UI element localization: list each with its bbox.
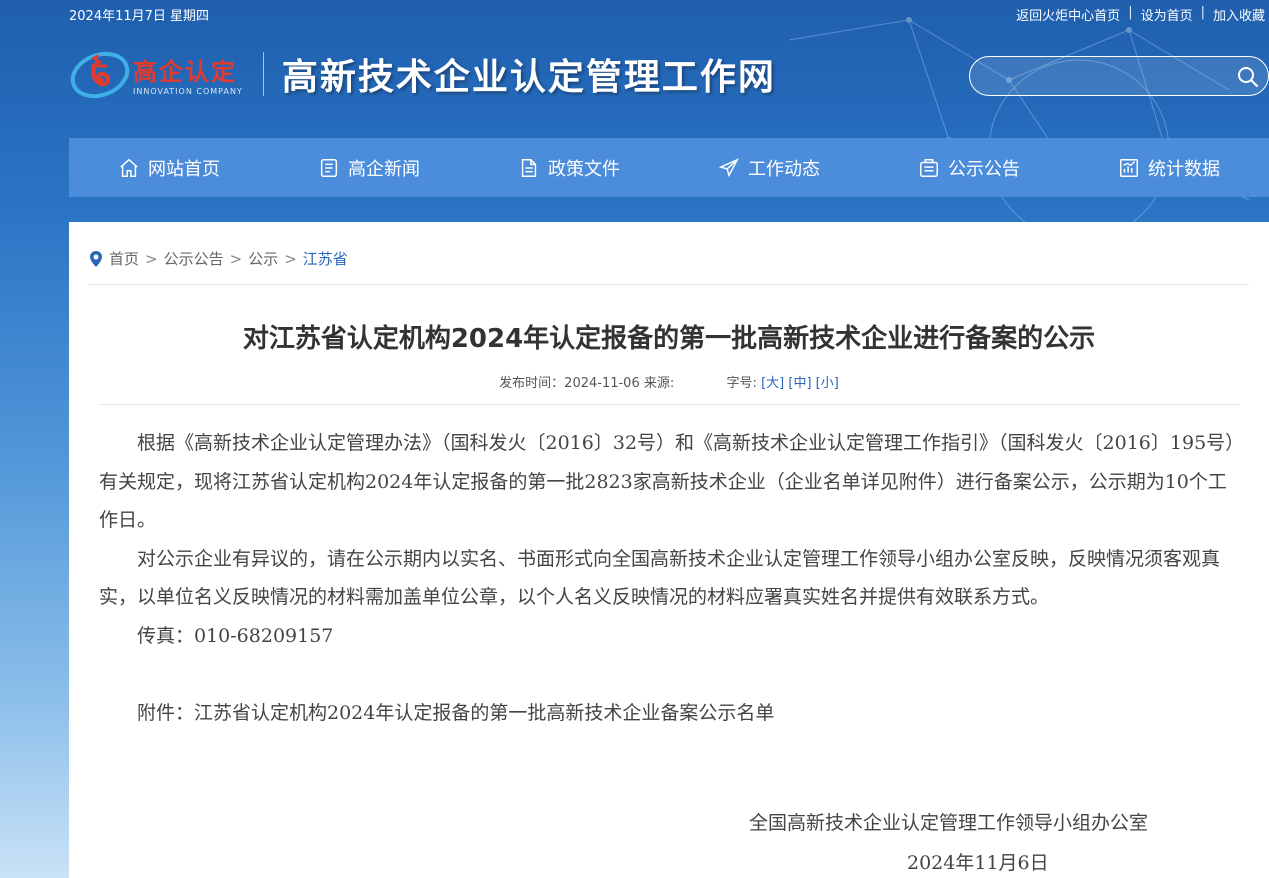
current-date: 2024年11月7日 星期四 xyxy=(69,9,210,24)
breadcrumb-separator: > xyxy=(145,249,158,268)
font-size-medium[interactable]: [中] xyxy=(788,376,811,391)
search-box xyxy=(969,56,1269,96)
article-paragraph: 对公示企业有异议的，请在公示期内以实名、书面形式向全国高新技术企业认定管理工作领… xyxy=(99,547,1221,609)
publish-date: 2024-11-06 xyxy=(564,376,640,391)
nav-item-label: 工作动态 xyxy=(748,158,820,180)
top-links: 返回火炬中心首页 | 设为首页 | 加入收藏 xyxy=(1016,5,1265,24)
article-title: 对江苏省认定机构2024年认定报备的第一批高新技术企业进行备案的公示 xyxy=(242,324,1096,354)
main-content: 首页 > 公示公告 > 公示 > 江苏省 对江苏省认定机构2024年认定报备的第… xyxy=(69,222,1269,878)
nav-item-label: 统计数据 xyxy=(1148,158,1220,180)
attachment-link[interactable]: 附件：江苏省认定机构2024年认定报备的第一批高新技术企业备案公示名单 xyxy=(99,694,1237,733)
article-body: 根据《高新技术企业认定管理办法》（国科发火〔2016〕32号）和《高新技术企业认… xyxy=(99,424,1237,732)
site-title: 高新技术企业认定管理工作网 xyxy=(281,57,776,98)
link-set-homepage[interactable]: 设为首页 xyxy=(1141,5,1193,24)
nav-item-label: 公示公告 xyxy=(948,158,1020,180)
nav-item-home[interactable]: 网站首页 xyxy=(69,138,269,197)
article-paragraph: 根据《高新技术企业认定管理办法》（国科发火〔2016〕32号）和《高新技术企业认… xyxy=(99,432,1235,531)
search-icon[interactable] xyxy=(1236,65,1260,89)
fax-line: 传真：010-68209157 xyxy=(137,624,334,647)
font-size-small[interactable]: [小] xyxy=(816,376,839,391)
breadcrumb: 首页 > 公示公告 > 公示 > 江苏省 xyxy=(89,248,348,269)
link-torch-center-home[interactable]: 返回火炬中心首页 xyxy=(1016,5,1120,24)
font-size-label: 字号: xyxy=(726,376,757,391)
document-icon xyxy=(521,158,537,177)
source-label: 来源: xyxy=(643,376,675,391)
nav-item-policy[interactable]: 政策文件 xyxy=(469,138,669,197)
breadcrumb-jiangsu[interactable]: 江苏省 xyxy=(303,248,348,269)
meta-divider xyxy=(99,404,1239,405)
breadcrumb-publicity[interactable]: 公示 xyxy=(248,248,278,269)
breadcrumb-divider xyxy=(89,284,1249,285)
breadcrumb-separator: > xyxy=(284,249,297,268)
news-icon xyxy=(320,158,338,177)
site-header-logo[interactable]: 高企认定 INNOVATION COMPANY 高新技术企业认定管理工作网 xyxy=(69,44,776,104)
logo-text: 高企认定 INNOVATION COMPANY xyxy=(133,52,243,96)
nav-item-news[interactable]: 高企新闻 xyxy=(269,138,469,197)
nav-item-label: 网站首页 xyxy=(148,158,220,180)
nav-item-statistics[interactable]: 统计数据 xyxy=(1069,138,1269,197)
nav-item-notices[interactable]: 公示公告 xyxy=(869,138,1069,197)
top-bar: 2024年11月7日 星期四 返回火炬中心首页 | 设为首页 | 加入收藏 xyxy=(0,0,1269,26)
home-icon xyxy=(120,158,138,177)
article-meta: 发布时间：2024-11-06 来源: 字号: [大] [中] [小] xyxy=(69,372,1269,391)
link-separator: | xyxy=(1128,5,1133,20)
link-separator: | xyxy=(1200,5,1205,20)
logo-divider xyxy=(262,52,264,96)
nav-item-work-updates[interactable]: 工作动态 xyxy=(669,138,869,197)
logo-chinese-name: 高企认定 xyxy=(133,58,237,86)
font-size-large[interactable]: [大] xyxy=(761,376,784,391)
signature-date: 2024年11月6日 xyxy=(907,852,1049,874)
signature: 全国高新技术企业认定管理工作领导小组办公室 xyxy=(749,812,1149,834)
publish-label: 发布时间： xyxy=(499,376,565,391)
breadcrumb-notices[interactable]: 公示公告 xyxy=(164,248,224,269)
search-input[interactable] xyxy=(970,57,1220,95)
main-navigation: 网站首页 高企新闻 政策文件 工作动态 公示公告 统计数据 xyxy=(69,138,1269,197)
nav-item-label: 高企新闻 xyxy=(348,158,420,180)
location-pin-icon xyxy=(90,250,102,267)
link-add-favorite[interactable]: 加入收藏 xyxy=(1213,5,1265,24)
chart-icon xyxy=(1120,158,1138,177)
logo-emblem-icon xyxy=(70,51,130,99)
send-icon xyxy=(718,157,739,177)
nav-item-label: 政策文件 xyxy=(548,158,620,180)
breadcrumb-separator: > xyxy=(229,249,243,268)
notice-icon xyxy=(920,158,938,177)
breadcrumb-home[interactable]: 首页 xyxy=(109,248,139,269)
logo-english-name: INNOVATION COMPANY xyxy=(133,87,243,96)
